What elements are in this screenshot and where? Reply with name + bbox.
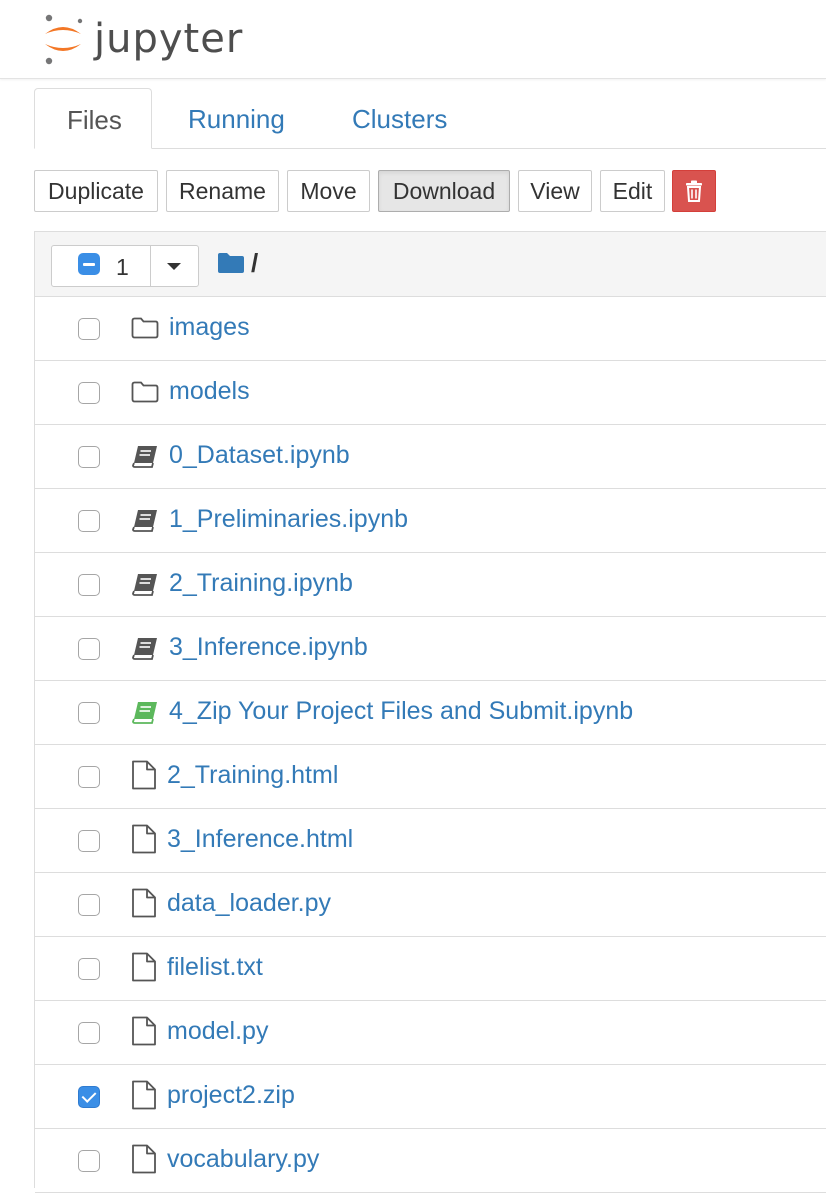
running-notebook-icon — [131, 700, 159, 729]
file-row[interactable]: data_loader.py — [35, 873, 826, 937]
file-name-link[interactable]: vocabulary.py — [167, 1145, 319, 1174]
partial-select-checkbox[interactable] — [78, 253, 100, 275]
file-row[interactable]: 4_Zip Your Project Files and Submit.ipyn… — [35, 681, 826, 745]
select-all-group: 1 — [51, 245, 199, 287]
file-icon — [131, 1080, 157, 1115]
file-row[interactable]: models — [35, 361, 826, 425]
file-name-link[interactable]: filelist.txt — [167, 953, 263, 982]
tab-clusters[interactable]: Clusters — [320, 88, 479, 148]
file-row[interactable]: project2.zip — [35, 1065, 826, 1129]
notebook-icon — [131, 636, 159, 665]
file-name-link[interactable]: 3_Inference.ipynb — [169, 633, 368, 662]
file-icon — [131, 888, 157, 923]
row-checkbox[interactable] — [78, 958, 100, 980]
jupyter-logo[interactable]: jupyter — [40, 12, 243, 66]
notebook-icon — [131, 444, 159, 473]
file-list-header: 1 / — [35, 232, 826, 297]
tab-running[interactable]: Running — [156, 88, 317, 148]
download-button[interactable]: Download — [378, 170, 510, 212]
file-name-link[interactable]: model.py — [167, 1017, 268, 1046]
file-icon — [131, 760, 157, 795]
edit-button[interactable]: Edit — [600, 170, 665, 212]
delete-button[interactable] — [672, 170, 716, 212]
move-button[interactable]: Move — [287, 170, 370, 212]
file-row[interactable]: 3_Inference.html — [35, 809, 826, 873]
file-row[interactable]: filelist.txt — [35, 937, 826, 1001]
logo-text: jupyter — [94, 17, 243, 61]
file-row[interactable]: 1_Preliminaries.ipynb — [35, 489, 826, 553]
row-checkbox[interactable] — [78, 702, 100, 724]
file-name-link[interactable]: models — [169, 377, 250, 406]
file-row[interactable]: vocabulary.py — [35, 1129, 826, 1193]
file-name-link[interactable]: images — [169, 313, 250, 342]
file-row[interactable]: 0_Dataset.ipynb — [35, 425, 826, 489]
row-checkbox[interactable] — [78, 766, 100, 788]
row-checkbox[interactable] — [78, 830, 100, 852]
notebook-icon — [131, 572, 159, 601]
file-name-link[interactable]: 0_Dataset.ipynb — [169, 441, 350, 470]
row-checkbox[interactable] — [78, 574, 100, 596]
file-rows: images models 0_Dataset.ipynb 1_Preliminari… — [35, 297, 826, 1193]
row-checkbox[interactable] — [78, 1022, 100, 1044]
select-dropdown-button[interactable] — [150, 246, 198, 286]
file-name-link[interactable]: data_loader.py — [167, 889, 331, 918]
rename-button[interactable]: Rename — [166, 170, 279, 212]
file-name-link[interactable]: 4_Zip Your Project Files and Submit.ipyn… — [169, 697, 633, 726]
row-checkbox[interactable] — [78, 318, 100, 340]
row-checkbox[interactable] — [78, 1086, 100, 1108]
file-row[interactable]: images — [35, 297, 826, 361]
file-row[interactable]: 2_Training.ipynb — [35, 553, 826, 617]
header: jupyter — [0, 0, 826, 79]
file-row[interactable]: 2_Training.html — [35, 745, 826, 809]
file-icon — [131, 1016, 157, 1051]
view-button[interactable]: View — [518, 170, 592, 212]
file-name-link[interactable]: project2.zip — [167, 1081, 295, 1110]
file-row[interactable]: 3_Inference.ipynb — [35, 617, 826, 681]
notebook-icon — [131, 508, 159, 537]
folder-icon[interactable] — [217, 252, 245, 274]
row-checkbox[interactable] — [78, 638, 100, 660]
selected-count: 1 — [116, 254, 129, 281]
file-icon — [131, 1144, 157, 1179]
file-list: 1 / images models 0_Dataset.ipynb 1_Prelimi… — [34, 231, 826, 1188]
tab-files[interactable]: Files — [34, 88, 152, 149]
jupyter-logo-icon — [40, 12, 86, 66]
duplicate-button[interactable]: Duplicate — [34, 170, 158, 212]
file-name-link[interactable]: 2_Training.ipynb — [169, 569, 353, 598]
row-checkbox[interactable] — [78, 382, 100, 404]
row-checkbox[interactable] — [78, 894, 100, 916]
file-name-link[interactable]: 1_Preliminaries.ipynb — [169, 505, 408, 534]
breadcrumb-path[interactable]: / — [251, 248, 258, 279]
select-all-toggle[interactable]: 1 — [52, 246, 151, 286]
folder-icon — [131, 381, 159, 408]
file-row[interactable]: model.py — [35, 1001, 826, 1065]
row-checkbox[interactable] — [78, 510, 100, 532]
file-name-link[interactable]: 2_Training.html — [167, 761, 338, 790]
file-icon — [131, 952, 157, 987]
tab-bar: Files Running Clusters — [34, 88, 826, 149]
chevron-down-icon — [167, 263, 181, 270]
row-checkbox[interactable] — [78, 1150, 100, 1172]
folder-icon — [131, 317, 159, 344]
row-checkbox[interactable] — [78, 446, 100, 468]
file-icon — [131, 824, 157, 859]
trash-icon — [684, 180, 704, 202]
file-name-link[interactable]: 3_Inference.html — [167, 825, 353, 854]
